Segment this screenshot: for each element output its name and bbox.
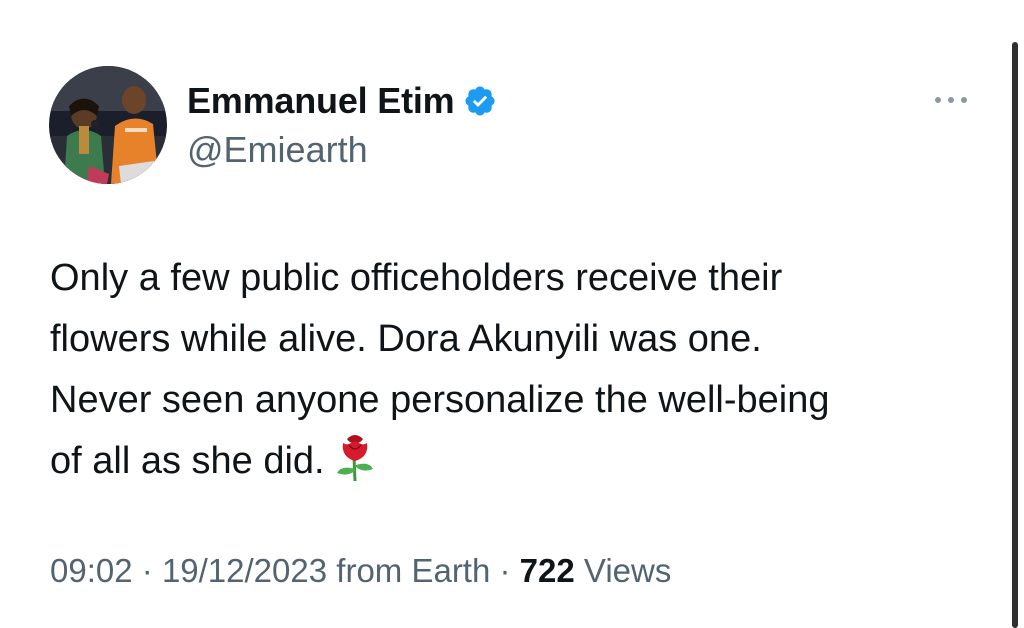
tweet-time[interactable]: 09:02 — [50, 552, 133, 589]
tweet-date[interactable]: 19/12/2023 — [162, 552, 327, 589]
tweet-text-body: Only a few public officeholders receive … — [50, 257, 830, 482]
more-horizontal-icon — [935, 97, 967, 103]
views-label: Views — [583, 552, 672, 589]
tweet: Emmanuel Etim @Emiearth Only a few publi… — [0, 0, 1024, 628]
author-block: Emmanuel Etim @Emiearth — [187, 76, 497, 171]
scrollbar[interactable] — [1012, 42, 1018, 628]
display-name[interactable]: Emmanuel Etim — [187, 80, 455, 122]
views-count[interactable]: 722 — [520, 552, 575, 589]
name-row: Emmanuel Etim — [187, 76, 497, 126]
rose-emoji-icon — [333, 431, 377, 483]
user-handle[interactable]: @Emiearth — [187, 129, 497, 171]
more-options-button[interactable] — [932, 86, 972, 114]
tweet-source: from Earth — [336, 552, 491, 589]
meta-separator: · — [499, 552, 511, 589]
profile-photo-icon — [49, 66, 167, 184]
tweet-text: Only a few public officeholders receive … — [50, 248, 990, 492]
avatar[interactable] — [49, 66, 167, 184]
verified-badge-icon — [463, 84, 497, 118]
meta-separator: · — [141, 552, 153, 589]
tweet-meta: 09:02 · 19/12/2023 from Earth · 722 View… — [50, 552, 671, 590]
